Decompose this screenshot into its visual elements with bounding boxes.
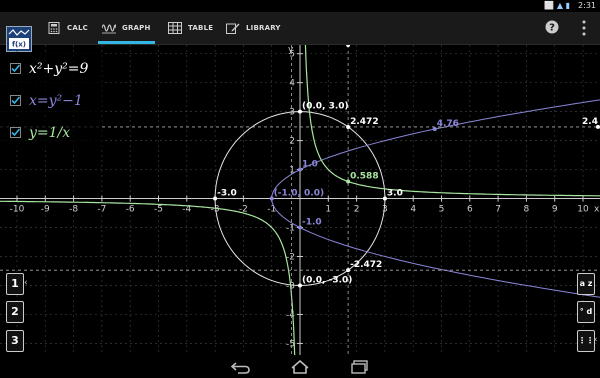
equation-row[interactable]: x²+y²=9 (0, 53, 102, 84)
x-tick-label: 10 (577, 205, 589, 215)
table-grid-icon (168, 22, 182, 34)
keypad-button[interactable]: ⋮⋮ (577, 330, 595, 352)
trace-button-3[interactable]: 3 (6, 330, 24, 352)
x-tick-label: 7 (495, 205, 501, 215)
chevron-left-icon: ‹ (24, 278, 28, 288)
point-label: -1.0 (302, 218, 322, 228)
y-tick-label: 4 (289, 79, 295, 89)
x-tick-label: -6 (126, 205, 135, 215)
equation-list: x²+y²=9 x=y²−1 y=1/x (0, 53, 102, 149)
equation-row[interactable]: x=y²−1 (0, 85, 102, 116)
equation-row[interactable]: y=1/x (0, 117, 102, 148)
trace-button-1[interactable]: 1 (6, 273, 24, 295)
tab-graph[interactable]: GRAPH (98, 12, 155, 44)
x-tick-label: 9 (552, 205, 558, 215)
x-tick-label: -9 (41, 205, 50, 215)
navigation-bar (0, 355, 600, 378)
x-tick-label: 5 (439, 205, 445, 215)
point-label: -3.0 (217, 189, 237, 199)
tab-library-label: LIBRARY (246, 24, 281, 32)
tab-calc[interactable]: CALC (47, 12, 88, 44)
equation-text: x=y²−1 (29, 92, 83, 109)
library-edit-icon (226, 23, 240, 34)
help-icon[interactable]: ? (545, 20, 559, 34)
graph-area[interactable]: -10 -9 -8 -7 -6 -5 -4 -3 -2 -1 1 2 3 4 5 6 7 8 9 10 -5 -4 -3 -2… (0, 45, 600, 355)
x-tick-label: -8 (69, 205, 78, 215)
point-label: 0.588 (350, 172, 378, 182)
status-time: 2:31 (578, 1, 596, 10)
y-tick-label: -4 (286, 310, 295, 320)
angle-mode-button[interactable]: ° d (577, 301, 595, 323)
trace-button-2[interactable]: 2 (6, 301, 24, 323)
tab-table-label: TABLE (188, 24, 214, 32)
status-bar: ⬜ ▲ ▮ 2:31 (0, 0, 600, 12)
point-label: (0.0, -3.0) (302, 275, 352, 285)
equation-text: y=1/x (29, 124, 71, 141)
point-label: (-1.0, 0.0) (274, 189, 324, 199)
home-icon[interactable] (289, 359, 311, 375)
x-tick-label: 4 (410, 205, 416, 215)
point-label: -2.472 (350, 260, 382, 270)
recents-icon[interactable] (349, 359, 371, 375)
point-label: 4.76 (437, 119, 459, 129)
x-tick-label: -10 (10, 205, 25, 215)
graph-wave-icon (102, 24, 116, 34)
point-label: 3.0 (387, 189, 403, 199)
back-icon[interactable] (230, 359, 252, 375)
tab-graph-label: GRAPH (122, 24, 151, 32)
y-tick-label: 2 (289, 137, 295, 147)
hyperbola-curve-left (0, 200, 296, 355)
x-tick-label: 1 (325, 205, 331, 215)
x-tick-label: 2 (354, 205, 360, 215)
tab-calc-label: CALC (67, 24, 88, 32)
x-tick-label: 8 (524, 205, 530, 215)
checkbox-checked-icon[interactable] (10, 127, 21, 138)
equation-text: x²+y²=9 (29, 60, 89, 77)
point-label: 2.472 (350, 117, 378, 127)
y-axis-label: y (288, 45, 294, 55)
point-label: 1.0 (302, 160, 318, 170)
status-icons: ⬜ ▲ ▮ (544, 1, 570, 10)
tab-table[interactable]: TABLE (168, 12, 213, 44)
checkbox-checked-icon[interactable] (10, 95, 21, 106)
point-label: 2.4 (582, 117, 598, 127)
x-tick-label: -7 (97, 205, 106, 215)
x-tick-label: -1 (267, 205, 276, 215)
calculator-icon (48, 22, 60, 34)
x-axis-label: x (594, 205, 600, 215)
x-tick-label: 6 (467, 205, 473, 215)
svg-text:?: ? (549, 23, 555, 34)
y-tick-label: -1 (286, 224, 295, 234)
zoom-button[interactable]: a z (577, 273, 595, 295)
checkbox-checked-icon[interactable] (10, 63, 21, 74)
x-tick-label: -5 (154, 205, 163, 215)
tab-library[interactable]: LIBRARY (226, 12, 281, 44)
point-label: (0.0, 3.0) (302, 102, 349, 112)
overflow-menu-icon[interactable] (580, 19, 588, 37)
point-marker (346, 45, 351, 47)
parabola-curve (271, 99, 600, 298)
action-bar: f(x) CALC GRAPH TABLE LIBRARY ? (0, 12, 600, 52)
point-labels: 1.7(0.0, 3.0)2.4722.44.761.00.588-3.03.0… (213, 45, 600, 288)
chevron-left-icon: ‹ (594, 335, 598, 345)
